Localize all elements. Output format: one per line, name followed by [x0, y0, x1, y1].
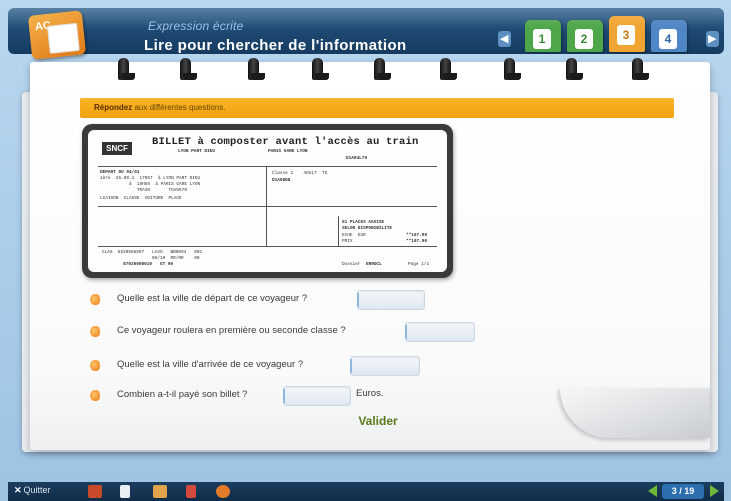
- binder-ring-icon: [118, 58, 135, 80]
- ticket-code: D1A04L70: [346, 156, 368, 161]
- previous-tab-arrow[interactable]: ◀: [498, 31, 511, 47]
- orange-bullet-icon: [90, 326, 100, 337]
- travel-class-input[interactable]: [405, 322, 475, 342]
- currency-label: Euros.: [356, 388, 384, 399]
- binder-ring-icon: [312, 58, 329, 80]
- ticket-divider: [338, 216, 339, 246]
- document-icon[interactable]: [120, 485, 130, 498]
- quit-label: Quitter: [23, 485, 51, 495]
- ticket-line-1: 1ère 26.09.1 17H57 à LYON PART DIEU: [100, 176, 201, 181]
- quit-button[interactable]: ✕ Quitter: [14, 485, 51, 496]
- ticket-title: BILLET à composter avant l'accès au trai…: [152, 136, 419, 148]
- ticket-class: Classe 2 ADULT TG: [272, 171, 328, 176]
- ticket-file-number: ER9DCL: [366, 262, 382, 267]
- question-text: Ce voyageur roulera en première ou secon…: [117, 325, 346, 336]
- ticket-total-label: PRIX: [342, 239, 353, 244]
- ticket-ref: D1A08D8: [272, 178, 291, 183]
- ticket-rule: [98, 166, 437, 167]
- ticket-to-header: PARIS GARE LYON: [268, 149, 308, 154]
- ticket-depart-header: DEPART DU 04/01: [100, 170, 140, 175]
- title-bar: Expression écrite Lire pour chercher de …: [8, 8, 724, 54]
- question-text: Quelle est la ville de départ de ce voya…: [117, 293, 308, 304]
- book-icon[interactable]: [153, 485, 167, 498]
- ticket-file-label: Dossier: [342, 262, 361, 267]
- question-text: Combien a-t-il payé son billet ?: [117, 389, 248, 400]
- activity-title: Lire pour chercher de l'information: [144, 37, 407, 54]
- instruction-verb: Répondez: [94, 103, 133, 112]
- binder-ring-icon: [374, 58, 391, 80]
- previous-page-arrow[interactable]: [648, 485, 657, 497]
- sncf-logo: SNCF: [102, 142, 132, 155]
- arrival-city-input[interactable]: [350, 356, 420, 376]
- binder-ring-icon: [504, 58, 521, 80]
- ticket-availability: SELON DISPONIBILITE: [342, 226, 393, 231]
- ticket-price-input[interactable]: [283, 386, 351, 406]
- departure-city-input[interactable]: [357, 290, 425, 310]
- bottom-toolbar: ✕ Quitter 3 / 19: [8, 482, 724, 501]
- ticket-bottom-3: 87026008010 GT 90: [102, 262, 174, 267]
- ticket-from-header: LYON PART DIEU: [178, 149, 215, 154]
- tab-2[interactable]: 2: [567, 20, 603, 52]
- next-tab-arrow[interactable]: ▶: [706, 31, 719, 47]
- tab-4[interactable]: 4: [651, 20, 687, 52]
- ticket-line-2: à 19H59 à PARIS GARE LYON: [100, 182, 201, 187]
- ticket-line-4: LIAISON CLASSE VOITURE PLACE: [100, 196, 182, 201]
- ticket-rule: [98, 206, 437, 207]
- tool-icon[interactable]: [216, 485, 230, 498]
- binder-ring-icon: [180, 58, 197, 80]
- binder-ring-icon: [632, 58, 649, 80]
- step-tabs: 1 2 3 4: [523, 16, 703, 54]
- orange-bullet-icon: [90, 294, 100, 305]
- sound-icon[interactable]: [88, 485, 102, 498]
- ticket-price-value: **107.90: [406, 233, 428, 238]
- ticket-body: SNCF BILLET à composter avant l'accès au…: [88, 130, 447, 272]
- binder-ring-icon: [440, 58, 457, 80]
- app-logo: AC: [27, 10, 87, 60]
- instruction-text: aux différentes questions.: [134, 103, 226, 112]
- ticket-total-value: **107.90: [406, 239, 428, 244]
- orange-bullet-icon: [90, 390, 100, 401]
- instruction-banner: Répondez aux différentes questions.: [80, 98, 674, 118]
- ticket-page: Page 1/1: [408, 262, 430, 267]
- ticket-price-label: ECHE EUR: [342, 233, 366, 238]
- close-icon: ✕: [14, 485, 22, 495]
- ticket-bottom-1: CLAS 6520586857 LAXO BB0004 001: [102, 250, 203, 255]
- tab-1[interactable]: 1: [525, 20, 561, 52]
- ticket-bottom-2: 09/19 RR/RR 00: [102, 256, 200, 261]
- orange-bullet-icon: [90, 360, 100, 371]
- question-text: Quelle est la ville d'arrivée de ce voya…: [117, 359, 304, 370]
- ticket-line-3: TRAIN TGV6670: [100, 188, 187, 193]
- ticket-places: 01 PLACES ASSISE: [342, 220, 385, 225]
- tab-3-active[interactable]: 3: [609, 16, 645, 52]
- validate-button[interactable]: Valider: [344, 414, 408, 432]
- binder-ring-icon: [248, 58, 265, 80]
- logo-page-icon: [47, 22, 80, 54]
- page-indicator: 3 / 19: [662, 484, 704, 499]
- help-icon[interactable]: [186, 485, 196, 498]
- binder-ring-icon: [566, 58, 583, 80]
- train-ticket-image: SNCF BILLET à composter avant l'accès au…: [82, 124, 453, 278]
- ticket-rule: [98, 246, 437, 247]
- next-page-arrow[interactable]: [710, 485, 719, 497]
- section-subtitle: Expression écrite: [148, 19, 244, 33]
